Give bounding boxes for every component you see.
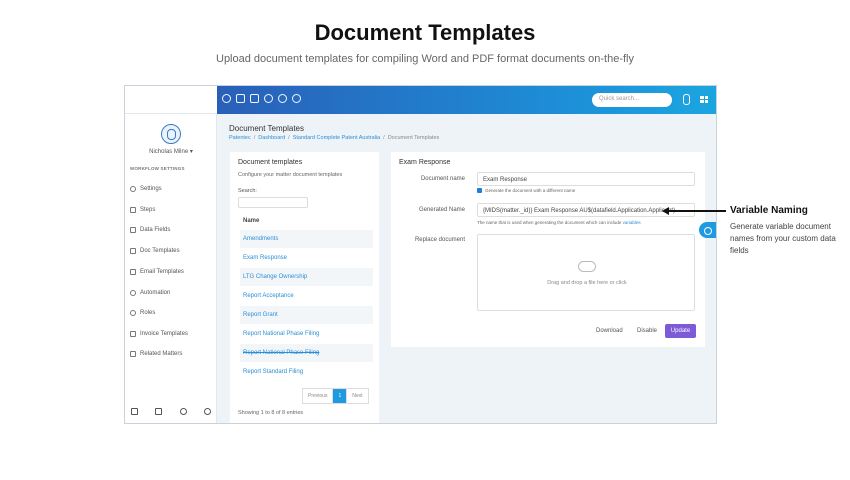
update-button[interactable]: Update: [665, 324, 696, 338]
steps-icon: [130, 207, 136, 213]
quick-search-input[interactable]: Quick search...: [592, 93, 672, 107]
users-icon: [130, 310, 136, 316]
avatar[interactable]: [161, 124, 181, 144]
app-screenshot-frame: Quick search... Nicholas Milne ▾ WORKFLO…: [124, 85, 717, 424]
generated-name-hint: The name that is used when generating th…: [477, 220, 641, 225]
bank-icon[interactable]: [131, 408, 138, 415]
upload-cloud-icon: [578, 261, 596, 272]
sidebar-section-label: WORKFLOW SETTINGS: [130, 166, 185, 171]
mail-icon[interactable]: [236, 94, 245, 103]
book-icon: [130, 248, 136, 254]
breadcrumb-item[interactable]: Patentec: [229, 135, 251, 141]
callout-text: Generate variable document names from yo…: [730, 222, 836, 255]
user-icon[interactable]: [292, 94, 301, 103]
map-icon: [130, 351, 136, 357]
card-icon[interactable]: [250, 94, 259, 103]
timer-icon[interactable]: [278, 94, 287, 103]
pagination: Previous 1 Next: [302, 388, 369, 404]
templates-panel-title: Document templates: [238, 159, 303, 166]
dropzone-text: Drag and drop a file here or click: [547, 280, 627, 286]
table-row[interactable]: LTG Change Ownership: [240, 268, 373, 286]
dollar-icon: [130, 331, 136, 337]
entries-info: Showing 1 to 8 of 8 entries: [238, 410, 304, 416]
sidebar-item-steps[interactable]: Steps: [130, 207, 155, 213]
table-row[interactable]: Report National Phase Filing: [240, 325, 373, 343]
sidebar-item-settings[interactable]: Settings: [130, 186, 162, 192]
sidebar-item-roles[interactable]: Roles: [130, 310, 155, 316]
disable-button[interactable]: Disable: [637, 328, 657, 334]
sidebar-item-email-templates[interactable]: Email Templates: [130, 269, 184, 275]
document-name-label: Document name: [420, 176, 465, 182]
table-row[interactable]: Report Acceptance: [240, 287, 373, 305]
sidebar-item-doc-templates[interactable]: Doc Templates: [130, 248, 180, 254]
hero-title: Document Templates: [314, 20, 536, 45]
user-name[interactable]: Nicholas Milne ▾: [125, 148, 217, 155]
hero-subtitle: Upload document templates for compiling …: [216, 53, 634, 65]
topbar-brand-area: [125, 86, 217, 114]
breadcrumb-item[interactable]: Dashboard: [258, 135, 285, 141]
support-icon[interactable]: [179, 408, 187, 415]
different-name-checkbox[interactable]: Generate the document with a different n…: [477, 188, 575, 193]
sidebar-footer: [131, 408, 211, 415]
breadcrumb-item[interactable]: Standard Complete Patent Australia: [293, 135, 380, 141]
sidebar-item-invoice-templates[interactable]: Invoice Templates: [130, 331, 188, 337]
callout-title: Variable Naming: [730, 205, 808, 216]
pagination-next[interactable]: Next: [347, 389, 367, 403]
generated-name-label: Generated Name: [418, 207, 465, 213]
clock-icon[interactable]: [222, 94, 231, 103]
editor-title: Exam Response: [399, 159, 451, 166]
mail-icon: [130, 269, 136, 275]
table-row[interactable]: Amendments: [240, 230, 373, 248]
grid-icon[interactable]: [155, 408, 163, 415]
table-row[interactable]: Exam Response: [240, 249, 373, 267]
sidebar-item-data-fields[interactable]: Data Fields: [130, 227, 170, 233]
automation-icon: [130, 290, 136, 296]
callout-line: [668, 210, 726, 212]
sidebar: Nicholas Milne ▾ WORKFLOW SETTINGS Setti…: [125, 114, 217, 423]
gear-icon: [130, 186, 136, 192]
pagination-page[interactable]: 1: [333, 389, 348, 403]
logo-icon[interactable]: [683, 94, 690, 105]
templates-panel-subtitle: Configure your matter document templates: [238, 172, 343, 178]
play-icon[interactable]: [264, 94, 273, 103]
document-name-input[interactable]: Exam Response: [477, 172, 695, 186]
breadcrumb-current: Document Templates: [387, 135, 440, 141]
apps-grid-icon[interactable]: [700, 96, 708, 103]
checkbox-checked-icon[interactable]: [477, 188, 482, 193]
download-button[interactable]: Download: [596, 328, 623, 334]
column-header-name[interactable]: Name: [243, 218, 259, 224]
gear-icon[interactable]: [203, 408, 211, 415]
table-row[interactable]: Report Grant: [240, 306, 373, 324]
search-label: Search:: [238, 188, 257, 194]
topbar: Quick search...: [217, 86, 716, 114]
file-dropzone[interactable]: Drag and drop a file here or click: [477, 234, 695, 311]
page-title: Document Templates: [229, 124, 304, 133]
variables-link[interactable]: variables: [623, 220, 641, 225]
search-input[interactable]: [238, 197, 308, 208]
template-editor: Exam Response Document name Exam Respons…: [391, 152, 705, 347]
breadcrumb: Patentec / Dashboard / Standard Complete P…: [229, 135, 440, 141]
table-row-disabled[interactable]: Report National Phase Filing: [240, 344, 373, 362]
sidebar-item-automation[interactable]: Automation: [130, 290, 170, 296]
edit-icon: [130, 227, 136, 233]
templates-panel: Document templates Configure your matter…: [230, 152, 379, 423]
settings-fab-gear-icon[interactable]: [699, 222, 716, 238]
pagination-previous[interactable]: Previous: [303, 389, 334, 403]
sidebar-item-related-matters[interactable]: Related Matters: [130, 351, 182, 357]
table-row[interactable]: Report Standard Filing: [240, 363, 373, 381]
replace-document-label: Replace document: [414, 237, 465, 243]
